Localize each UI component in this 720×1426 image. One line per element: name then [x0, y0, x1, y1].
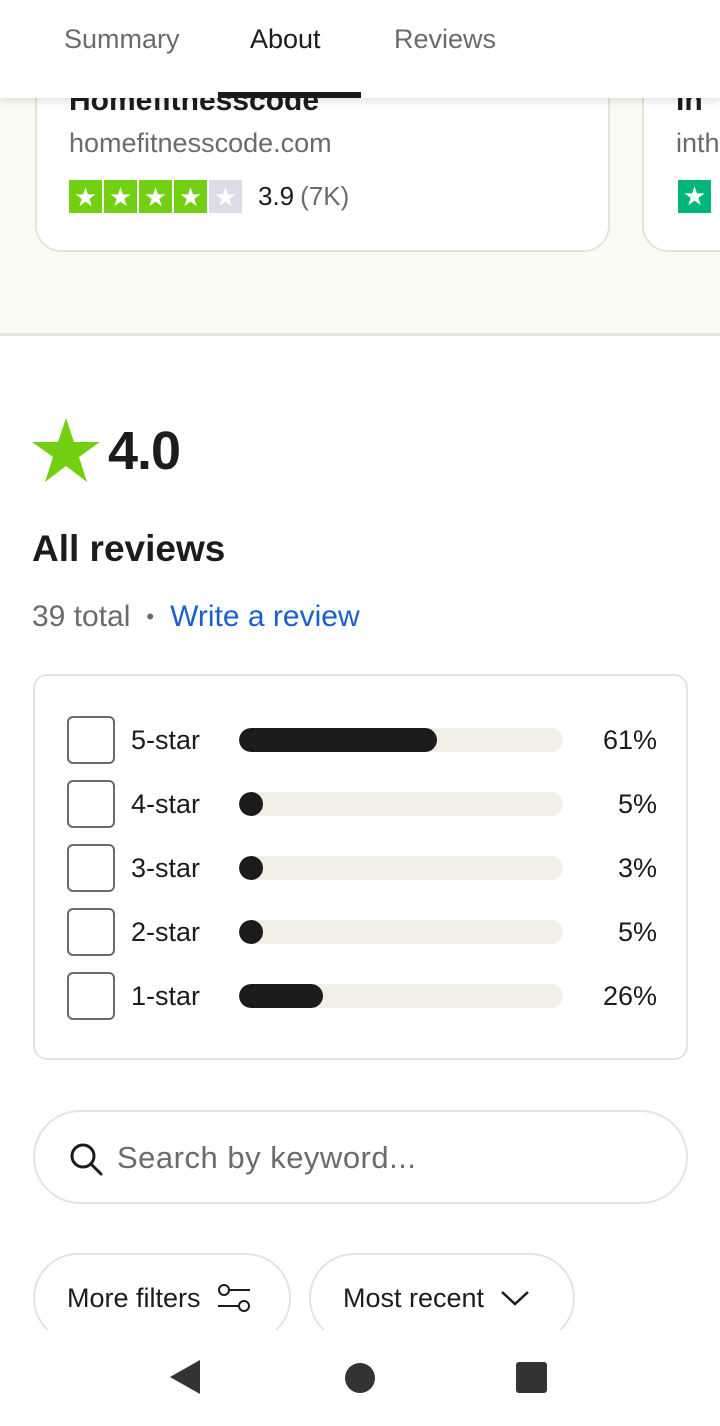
distribution-percent: 3%	[617, 853, 657, 883]
distribution-bar-fill	[239, 792, 263, 816]
distribution-label: 4-star	[131, 789, 201, 819]
distribution-row[interactable]: 3-star 3%	[67, 844, 657, 892]
distribution-row[interactable]: 1-star 26%	[67, 972, 657, 1020]
recent-apps-icon[interactable]	[516, 1362, 547, 1393]
reviews-total: 39 total	[32, 600, 131, 633]
back-icon[interactable]	[170, 1360, 200, 1394]
distribution-bar	[239, 728, 563, 752]
star-icon: ★	[174, 180, 207, 213]
distribution-label: 5-star	[131, 725, 201, 755]
tab-bar: Summary About Reviews	[0, 0, 720, 98]
distribution-label: 2-star	[131, 917, 201, 947]
tab-reviews[interactable]: Reviews	[394, 24, 496, 55]
overall-rating: 4.0	[108, 421, 181, 481]
more-filters-label: More filters	[67, 1282, 201, 1313]
filter-checkbox[interactable]	[67, 972, 115, 1020]
write-review-link[interactable]: Write a review	[170, 600, 360, 634]
filter-checkbox[interactable]	[67, 780, 115, 828]
chevron-down-icon	[501, 1291, 529, 1306]
distribution-bar-fill	[239, 984, 324, 1008]
distribution-bar	[239, 984, 563, 1008]
search-placeholder: Search by keyword...	[117, 1140, 417, 1175]
reviews-total-line: 39 total • Write a review	[32, 600, 360, 634]
home-icon[interactable]	[345, 1363, 375, 1393]
company-rating: 3.9 (7K)	[258, 181, 350, 211]
star-icon: ★	[678, 180, 711, 213]
distribution-row[interactable]: 5-star 61%	[67, 716, 657, 764]
star-icon: ★	[69, 180, 102, 213]
reviews-heading: All reviews	[32, 528, 226, 569]
distribution-percent: 26%	[602, 981, 657, 1011]
distribution-percent: 5%	[617, 789, 657, 819]
company-star-rating: ★ ★ ★ ★ ★ 3.9 (7K)	[69, 180, 349, 213]
distribution-row[interactable]: 2-star 5%	[67, 908, 657, 956]
star-icon: ★	[139, 180, 172, 213]
distribution-row[interactable]: 4-star 5%	[67, 780, 657, 828]
filter-checkbox[interactable]	[67, 844, 115, 892]
search-icon	[70, 1143, 103, 1176]
active-tab-indicator	[218, 92, 361, 98]
distribution-label: 3-star	[131, 853, 201, 883]
separator-dot: •	[146, 604, 155, 629]
sort-label: Most recent	[343, 1282, 485, 1313]
filter-checkbox[interactable]	[67, 716, 115, 764]
distribution-percent: 61%	[602, 725, 657, 755]
star-icon: ★	[104, 180, 137, 213]
company-domain: inth	[676, 128, 720, 158]
distribution-bar	[239, 792, 563, 816]
tab-summary[interactable]: Summary	[64, 24, 180, 55]
filter-sliders-icon	[217, 1284, 250, 1312]
company-domain: homefitnesscode.com	[69, 128, 332, 158]
distribution-bar-fill	[239, 856, 263, 880]
system-navigation-bar	[0, 1330, 720, 1426]
star-icon: ★	[209, 180, 242, 213]
distribution-label: 1-star	[131, 981, 201, 1011]
tab-about[interactable]: About	[250, 24, 321, 55]
distribution-bar-fill	[239, 920, 263, 944]
star-icon	[32, 418, 100, 482]
filter-checkbox[interactable]	[67, 908, 115, 956]
distribution-bar	[239, 856, 563, 880]
search-input[interactable]: Search by keyword...	[33, 1110, 688, 1204]
distribution-bar-fill	[239, 728, 437, 752]
rating-distribution: 5-star 61% 4-star 5% 3-star 3% 2-star 5%…	[33, 674, 688, 1060]
distribution-bar	[239, 920, 563, 944]
distribution-percent: 5%	[617, 917, 657, 947]
